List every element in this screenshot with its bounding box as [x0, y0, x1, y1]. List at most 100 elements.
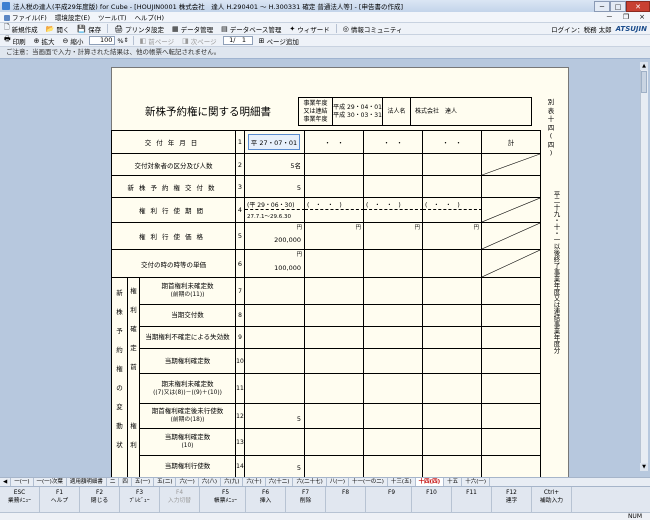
wizard-button[interactable]: ✦ ウィザード [285, 23, 333, 34]
tab-form[interactable]: 十五 [444, 478, 463, 486]
tab-form[interactable]: 一(一) [11, 478, 34, 486]
sub-row-value[interactable] [305, 456, 364, 478]
sub-row-value[interactable] [423, 278, 482, 305]
sub-row-value[interactable] [305, 278, 364, 305]
sub-row-value[interactable] [364, 456, 423, 478]
tab-form[interactable]: 十一(一の二) [349, 478, 388, 486]
date-cell-2[interactable]: ・ ・ [305, 131, 364, 154]
corp-name[interactable]: 株式会社 達人 [411, 98, 532, 126]
print-button[interactable]: 🖶 印刷 [0, 35, 30, 46]
fkey-f6[interactable]: F6 挿入 [246, 487, 286, 513]
sub-row-value[interactable] [423, 456, 482, 478]
tab-form[interactable]: 適用額明細書 [67, 478, 107, 486]
menu-tools[interactable]: ツール(T) [94, 12, 131, 22]
tab-form[interactable]: 十四(四) [415, 478, 445, 486]
scroll-up-icon[interactable]: ▲ [640, 62, 648, 70]
period-val-2[interactable]: ( ・ ・ ) [305, 198, 364, 223]
db-management-button[interactable]: ▤ データベース管理 [217, 23, 285, 34]
tab-form[interactable]: 六(九) [221, 478, 244, 486]
tab-form[interactable]: 八(一) [327, 478, 350, 486]
scroll-down-icon[interactable]: ▼ [640, 463, 648, 471]
sub-row-value[interactable] [364, 404, 423, 429]
zoom-in-button[interactable]: ⊕ 拡大 [30, 35, 59, 46]
date-cell-1[interactable]: 平 27・07・01 [245, 131, 305, 154]
tab-nav-icon[interactable]: ◀ [0, 478, 12, 486]
save-button[interactable]: 💾 保存 [73, 23, 105, 34]
tab-form[interactable]: 四 [119, 478, 132, 486]
tab-form[interactable]: 六(十二) [266, 478, 294, 486]
page-indicator[interactable]: 1/ 1 [222, 36, 253, 45]
price-val-4[interactable]: 円 [423, 223, 482, 250]
community-button[interactable]: ◎ 情報コミュニティ [339, 23, 407, 34]
open-button[interactable]: 📂 開く [42, 23, 74, 34]
printer-settings-button[interactable]: 🖨 プリンタ設定 [110, 23, 168, 34]
scroll-thumb[interactable] [641, 71, 647, 93]
period-val-1[interactable]: (平 29・06・30) 27.7.1～29.6.30 [245, 198, 305, 223]
fkey-f1[interactable]: F1 ヘルプ [40, 487, 80, 513]
sub-row-value[interactable] [245, 305, 305, 327]
unit-value-val-2[interactable] [305, 250, 364, 278]
sub-row-value[interactable] [245, 429, 305, 456]
unit-value-val-3[interactable] [364, 250, 423, 278]
menu-help[interactable]: ヘルプ(H) [131, 12, 168, 22]
category-val-4[interactable] [423, 154, 482, 176]
sub-row-value[interactable]: 5 [245, 456, 305, 478]
price-val-1[interactable]: 円 200,000 [245, 223, 305, 250]
doc-restore-button[interactable]: ❐ [618, 13, 634, 21]
fkey-f3[interactable]: F3 ﾌﾟﾚﾋﾞｭｰ [120, 487, 160, 513]
sub-row-value[interactable] [364, 278, 423, 305]
tab-form[interactable]: 一(一)次葉 [34, 478, 67, 486]
period-val-4[interactable]: ( ・ ・ ) [423, 198, 482, 223]
sub-row-value[interactable] [364, 374, 423, 404]
date-input-1[interactable]: 平 27・07・01 [248, 134, 300, 150]
sub-row-value[interactable] [245, 278, 305, 305]
sub-row-value[interactable] [423, 305, 482, 327]
fkey-f7[interactable]: F7 削除 [286, 487, 326, 513]
sub-row-value[interactable] [423, 429, 482, 456]
sub-row-value[interactable] [305, 429, 364, 456]
fkey-f10[interactable]: F10 [412, 487, 452, 513]
sub-row-value[interactable] [245, 327, 305, 349]
category-val-1[interactable]: 5名 [245, 154, 305, 176]
sub-row-value[interactable] [364, 429, 423, 456]
menu-settings[interactable]: 環境設定(E) [51, 12, 94, 22]
zoom-input[interactable]: 100 [89, 36, 116, 45]
sub-row-value[interactable] [305, 349, 364, 374]
zoom-spinner-icon[interactable]: ⇕ [124, 37, 129, 44]
fkey-ctrlplus[interactable]: Ctrl+ 補助入力 [532, 487, 572, 513]
date-cell-4[interactable]: ・ ・ [423, 131, 482, 154]
sub-row-value[interactable] [423, 327, 482, 349]
fkey-f4[interactable]: F4 入力切替 [160, 487, 200, 513]
sub-row-value[interactable] [423, 349, 482, 374]
tab-form[interactable]: 五(二) [154, 478, 177, 486]
sub-row-value[interactable] [305, 374, 364, 404]
count-val-4[interactable] [423, 176, 482, 198]
maximize-button[interactable]: □ [610, 0, 626, 12]
unit-value-val-1[interactable]: 円 100,000 [245, 250, 305, 278]
fkey-f2[interactable]: F2 閉じる [80, 487, 120, 513]
tab-form[interactable]: 六(一) [176, 478, 199, 486]
fkey-f11[interactable]: F11 [452, 487, 492, 513]
doc-close-button[interactable]: × [634, 13, 650, 21]
fkey-f8[interactable]: F8 [326, 487, 366, 513]
sub-row-value[interactable] [305, 305, 364, 327]
new-button[interactable]: 🗋 新規作成 [0, 23, 42, 34]
period-val-3[interactable]: ( ・ ・ ) [364, 198, 423, 223]
tab-form[interactable]: 六(八) [199, 478, 222, 486]
count-val-2[interactable] [305, 176, 364, 198]
sub-row-value[interactable]: 5 [245, 404, 305, 429]
count-val-1[interactable]: 5 [245, 176, 305, 198]
fkey-esc[interactable]: ESC 業務ﾒﾆｭｰ [0, 487, 40, 513]
sub-row-value[interactable] [245, 349, 305, 374]
doc-minimize-button[interactable]: － [601, 12, 618, 22]
fkey-f9[interactable]: F9 [372, 487, 412, 513]
fkey-f5[interactable]: F5 帳票ﾒﾆｭｰ [206, 487, 246, 513]
category-val-3[interactable] [364, 154, 423, 176]
zoom-out-button[interactable]: ⊖ 縮小 [58, 35, 87, 46]
sub-row-value[interactable] [364, 305, 423, 327]
tab-form[interactable]: 十六(一) [462, 478, 490, 486]
sub-row-value[interactable] [305, 404, 364, 429]
sub-row-value[interactable] [305, 327, 364, 349]
close-button[interactable]: ✕ [626, 0, 650, 12]
vertical-scrollbar[interactable] [640, 62, 648, 471]
